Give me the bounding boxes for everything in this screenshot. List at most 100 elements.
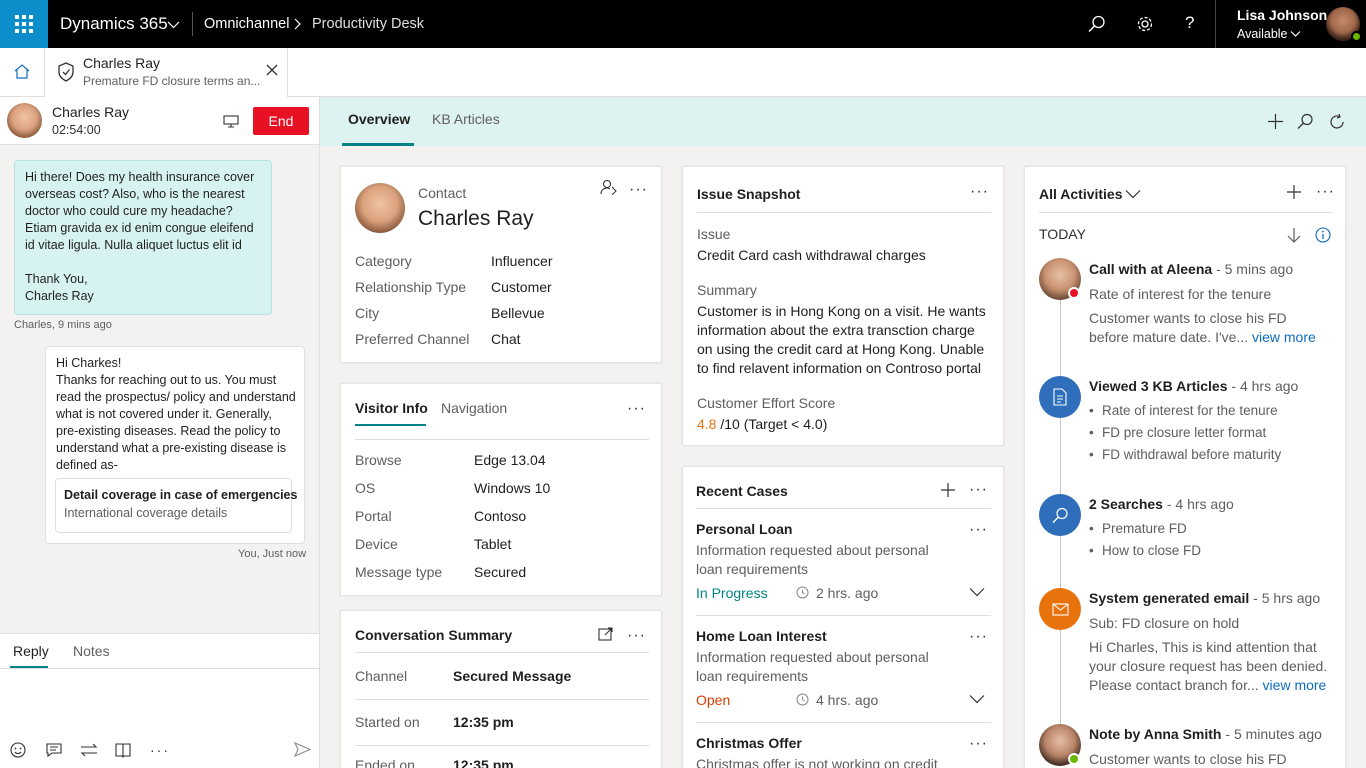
activity-line-text: Please contact branch for... xyxy=(1089,677,1259,693)
avatar xyxy=(7,103,42,138)
app-name[interactable]: Dynamics 365 xyxy=(60,0,168,48)
more-options-icon[interactable]: ··· xyxy=(627,401,646,417)
quick-reply-icon[interactable] xyxy=(46,742,62,758)
gear-icon[interactable] xyxy=(1136,15,1154,33)
chevron-down-icon[interactable] xyxy=(969,587,985,597)
more-options-icon[interactable]: ··· xyxy=(970,184,989,200)
waffle-icon xyxy=(15,15,33,33)
tab-overview[interactable]: Overview xyxy=(348,111,410,127)
kb-article-card[interactable]: Detail coverage in case of emergencies I… xyxy=(55,478,297,533)
end-button[interactable]: End xyxy=(253,107,309,135)
refresh-icon[interactable] xyxy=(1328,113,1346,131)
recent-cases-card: Recent Cases ··· Personal Loan ··· Infor… xyxy=(682,466,1004,768)
session-tab[interactable]: Charles Ray Premature FD closure terms a… xyxy=(44,48,288,97)
history-icon xyxy=(796,586,809,599)
activity-title[interactable]: Viewed 3 KB Articles - 4 hrs ago xyxy=(1089,378,1298,394)
activities-filter[interactable]: All Activities xyxy=(1039,186,1123,202)
chevron-down-icon[interactable] xyxy=(1290,30,1301,38)
activity-time: - 5 mins ago xyxy=(1212,261,1294,277)
presence-available-icon xyxy=(1068,753,1080,765)
app-launcher-button[interactable] xyxy=(0,0,48,48)
more-options-icon[interactable]: ··· xyxy=(629,182,648,198)
contact-card: Contact Charles Ray ··· Category Influen… xyxy=(340,166,662,363)
tab-kb-articles[interactable]: KB Articles xyxy=(432,111,500,127)
transfer-icon[interactable] xyxy=(80,742,98,758)
activity-title[interactable]: 2 Searches - 4 hrs ago xyxy=(1089,496,1234,512)
emoji-icon[interactable] xyxy=(10,742,26,758)
field-label: Device xyxy=(355,536,398,552)
chevron-down-icon[interactable] xyxy=(167,18,180,31)
monitor-icon[interactable] xyxy=(223,115,239,128)
view-more-link[interactable]: view more xyxy=(1252,329,1316,345)
sort-arrow-down-icon[interactable] xyxy=(1287,227,1301,243)
chevron-down-icon[interactable] xyxy=(1125,189,1141,199)
summary-value: Customer is in Hong Kong on a visit. He … xyxy=(697,303,986,376)
case-status: Open xyxy=(696,692,731,708)
field-label: Relationship Type xyxy=(355,279,467,295)
activity-title[interactable]: System generated email - 5 hrs ago xyxy=(1089,590,1320,606)
chevron-down-icon[interactable] xyxy=(969,694,985,704)
activity-time: - 4 hrs ago xyxy=(1162,496,1234,512)
home-icon[interactable] xyxy=(13,63,31,80)
case-title[interactable]: Christmas Offer xyxy=(696,735,802,751)
activity-bullet: FD withdrawal before maturity xyxy=(1089,447,1281,462)
tab-indicator xyxy=(355,424,426,426)
effort-score-target: /10 (Target < 4.0) xyxy=(720,416,828,432)
issue-snapshot-card: Issue Snapshot ··· Issue Credit Card cas… xyxy=(682,166,1004,446)
add-icon[interactable] xyxy=(1267,113,1284,130)
activity-title[interactable]: Note by Anna Smith - 5 minutes ago xyxy=(1089,726,1322,742)
session-tab-title: Charles Ray xyxy=(83,55,161,71)
divider xyxy=(696,508,991,509)
tab-visitor-info[interactable]: Visitor Info xyxy=(355,400,428,416)
case-description: Information requested about personal loa… xyxy=(696,542,929,577)
knowledge-base-icon[interactable] xyxy=(115,742,131,758)
more-options-icon[interactable]: ··· xyxy=(969,736,988,752)
case-time: 2 hrs. ago xyxy=(816,585,879,601)
help-icon[interactable]: ? xyxy=(1185,13,1194,33)
case-title[interactable]: Personal Loan xyxy=(696,521,792,537)
user-status[interactable]: Available xyxy=(1237,27,1288,41)
view-more-link[interactable]: view more xyxy=(1263,677,1327,693)
more-options-icon[interactable]: ··· xyxy=(1316,184,1335,200)
more-options-icon[interactable]: ··· xyxy=(969,629,988,645)
send-icon[interactable] xyxy=(294,742,311,757)
session-tab-subtitle: Premature FD closure terms an... xyxy=(83,74,261,88)
field-value: Windows 10 xyxy=(474,480,551,496)
field-value: Contoso xyxy=(474,508,527,524)
search-icon[interactable] xyxy=(1088,15,1106,33)
info-icon[interactable] xyxy=(1315,227,1331,243)
reply-input[interactable] xyxy=(0,669,319,731)
more-options-icon[interactable]: ··· xyxy=(627,628,646,644)
presence-busy-icon xyxy=(1068,287,1080,299)
contact-assign-icon[interactable] xyxy=(600,179,617,195)
close-icon[interactable] xyxy=(266,64,278,76)
field-label: Preferred Channel xyxy=(355,331,470,347)
activity-time: - 4 hrs ago xyxy=(1227,378,1299,394)
user-name[interactable]: Lisa Johnson xyxy=(1237,7,1327,23)
breadcrumb-productivity-desk[interactable]: Productivity Desk xyxy=(312,0,424,48)
more-options-icon[interactable]: ··· xyxy=(969,482,988,498)
activity-name: 2 Searches xyxy=(1089,496,1163,512)
divider xyxy=(697,212,991,213)
expand-icon[interactable] xyxy=(598,627,613,641)
field-label: Browse xyxy=(355,452,402,468)
more-options-icon[interactable]: ··· xyxy=(150,742,170,758)
message-greeting: Hi Charkes! xyxy=(56,356,122,370)
history-icon xyxy=(796,693,809,706)
contact-photo xyxy=(355,183,405,233)
tab-navigation[interactable]: Navigation xyxy=(441,400,507,416)
tab-reply[interactable]: Reply xyxy=(13,643,49,659)
effort-score-value: 4.8 xyxy=(697,416,717,432)
divider xyxy=(696,722,991,723)
kb-article-subtitle: International coverage details xyxy=(64,506,228,520)
activity-title[interactable]: Call with at Aleena - 5 mins ago xyxy=(1089,261,1293,277)
search-icon[interactable] xyxy=(1297,113,1314,130)
breadcrumb-omnichannel[interactable]: Omnichannel xyxy=(204,0,289,48)
case-title[interactable]: Home Loan Interest xyxy=(696,628,827,644)
contact-name[interactable]: Charles Ray xyxy=(418,207,534,231)
add-icon[interactable] xyxy=(940,482,956,498)
activity-time: - 5 hrs ago xyxy=(1249,590,1321,606)
tab-notes[interactable]: Notes xyxy=(73,643,110,659)
more-options-icon[interactable]: ··· xyxy=(969,522,988,538)
add-icon[interactable] xyxy=(1286,184,1302,200)
